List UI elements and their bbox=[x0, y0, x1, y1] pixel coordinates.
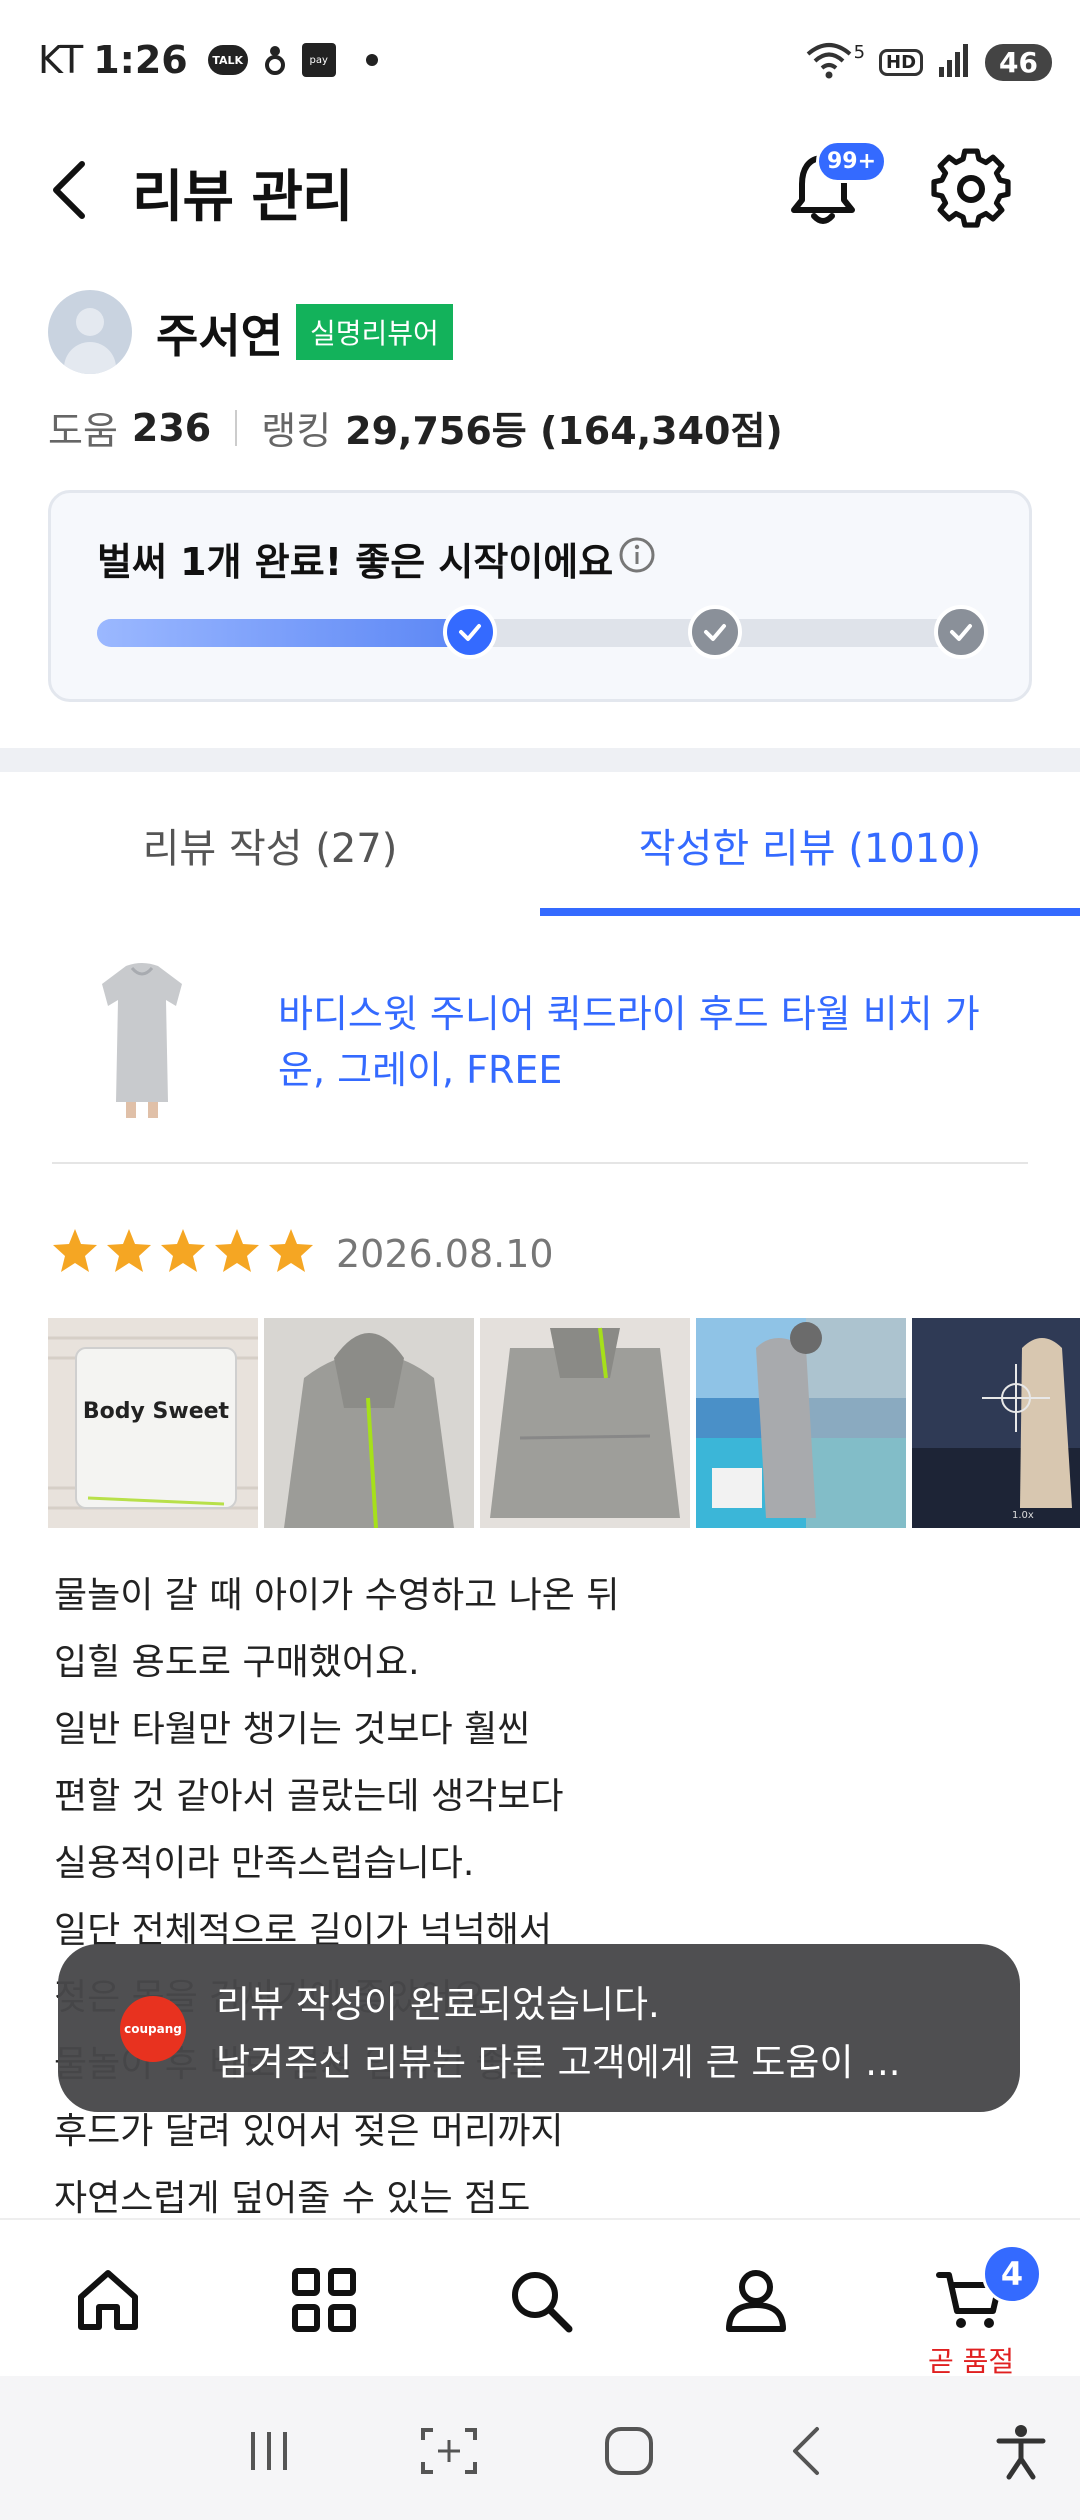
product-name-link[interactable]: 바디스윗 주니어 퀵드라이 후드 타월 비치 가운, 그레이, FREE bbox=[278, 986, 998, 1098]
home-icon bbox=[78, 2270, 138, 2330]
review-line: 편할 것 같아서 골랐는데 생각보다 bbox=[54, 1776, 564, 1817]
user-icon bbox=[726, 2270, 786, 2332]
camera-zoom-text: 1.0x bbox=[1012, 1510, 1034, 1521]
progress-step-1 bbox=[443, 605, 497, 659]
tab-written-reviews[interactable]: 작성한 리뷰 (1010) bbox=[540, 772, 1080, 918]
review-date: 2026.08.10 bbox=[336, 1232, 554, 1276]
status-bar: KT 1:26 TALK pay 5 HD 46 bbox=[0, 0, 1080, 120]
review-photo[interactable]: 1.0x bbox=[912, 1318, 1080, 1528]
review-line: 입힐 용도로 구매했어요. bbox=[54, 1642, 420, 1683]
reviewer-badge: 실명리뷰어 bbox=[296, 304, 453, 360]
recent-apps-icon bbox=[251, 2432, 287, 2470]
back-button[interactable] bbox=[44, 150, 104, 230]
review-line: 일반 타월만 챙기는 것보다 훨씬 bbox=[54, 1709, 531, 1750]
network-type-label: 5 bbox=[853, 41, 866, 63]
review-photo-strip[interactable]: Body Sweet 1.0x bbox=[48, 1318, 1080, 1530]
review-photo[interactable] bbox=[480, 1318, 690, 1528]
notification-count-badge: 99+ bbox=[816, 140, 888, 183]
progress-fill bbox=[97, 619, 470, 647]
clock: 1:26 bbox=[93, 38, 188, 82]
page-title: 리뷰 관리 bbox=[132, 165, 354, 230]
review-tabs: 리뷰 작성 (27) 작성한 리뷰 (1010) bbox=[0, 772, 1080, 918]
check-icon bbox=[950, 624, 972, 641]
product-thumbnail[interactable] bbox=[92, 960, 192, 1120]
nav-home[interactable] bbox=[68, 2260, 148, 2340]
review-body: 물놀이 갈 때 아이가 수영하고 나온 뒤입힐 용도로 구매했어요. 일반 타월만… bbox=[54, 1562, 1034, 2232]
progress-title: 벌써 1개 완료! 좋은 시작이에요 bbox=[97, 540, 614, 584]
chevron-left-icon bbox=[793, 2427, 819, 2475]
progress-step-2 bbox=[688, 605, 742, 659]
accessibility-icon bbox=[996, 2425, 1046, 2480]
home-square-icon bbox=[605, 2427, 653, 2475]
review-line: 실용적이라 만족스럽습니다. bbox=[54, 1843, 475, 1884]
app-header: 리뷰 관리 99+ bbox=[0, 130, 1080, 250]
ranking-label: 랭킹 bbox=[261, 409, 332, 453]
check-icon bbox=[459, 624, 481, 641]
pay-notification-icon: pay bbox=[301, 43, 336, 77]
cloud-notification-icon bbox=[264, 43, 286, 77]
ranking-value: 29,756등 (164,340점) bbox=[345, 409, 783, 453]
wifi-icon bbox=[804, 40, 854, 84]
more-notifications-dot bbox=[365, 54, 378, 66]
active-tab-indicator bbox=[540, 908, 1080, 916]
cart-count-badge: 4 bbox=[982, 2244, 1042, 2304]
review-photo[interactable]: Body Sweet bbox=[48, 1318, 258, 1528]
carrier-label: KT bbox=[38, 38, 84, 82]
home-button[interactable] bbox=[594, 2416, 664, 2486]
back-arrow-icon bbox=[53, 161, 85, 219]
cart-sold-out-label: 곧 품절 bbox=[928, 2345, 1015, 2378]
capture-icon bbox=[421, 2428, 477, 2474]
tab-write-review[interactable]: 리뷰 작성 (27) bbox=[0, 772, 540, 918]
toast-message: coupang 리뷰 작성이 완료되었습니다. 남겨주신 리뷰는 다른 고객에게… bbox=[58, 1944, 1020, 2112]
reviewer-stats: 도움 236 랭킹 29,756등 (164,340점) bbox=[48, 400, 783, 455]
toast-title: 리뷰 작성이 완료되었습니다. bbox=[216, 1983, 660, 2026]
star-icon bbox=[215, 1229, 259, 1272]
help-label: 도움 bbox=[48, 409, 118, 453]
settings-button[interactable] bbox=[928, 146, 1014, 232]
product-divider bbox=[52, 1162, 1028, 1164]
recent-apps-button[interactable] bbox=[234, 2416, 304, 2486]
gear-icon bbox=[931, 148, 1011, 228]
star-icon bbox=[161, 1229, 205, 1272]
info-icon[interactable] bbox=[617, 535, 657, 575]
bottom-navigation: 4 곧 품절 bbox=[0, 2218, 1080, 2378]
system-back-button[interactable] bbox=[774, 2416, 844, 2486]
review-line: 물놀이 갈 때 아이가 수영하고 나온 뒤 bbox=[54, 1575, 620, 1616]
nav-category[interactable] bbox=[284, 2260, 364, 2340]
star-icon bbox=[107, 1229, 151, 1272]
progress-track bbox=[97, 619, 985, 647]
battery-indicator: 46 bbox=[985, 43, 1052, 81]
section-divider bbox=[0, 748, 1080, 772]
kakaotalk-notification-icon: TALK bbox=[207, 45, 248, 75]
review-progress-card: 벌써 1개 완료! 좋은 시작이에요 bbox=[48, 490, 1032, 702]
avatar[interactable] bbox=[48, 290, 132, 374]
signal-icon bbox=[937, 43, 971, 81]
review-photo[interactable] bbox=[696, 1318, 906, 1528]
review-photo[interactable] bbox=[264, 1318, 474, 1528]
user-name: 주서연 bbox=[156, 309, 283, 363]
hd-voice-icon: HD bbox=[879, 48, 924, 76]
stats-divider bbox=[235, 409, 238, 446]
nav-my-page[interactable] bbox=[716, 2260, 796, 2340]
star-icon bbox=[269, 1229, 313, 1272]
progress-step-3 bbox=[934, 605, 988, 659]
star-rating bbox=[50, 1226, 316, 1276]
coupang-logo-icon: coupang bbox=[120, 1996, 186, 2062]
nav-search[interactable] bbox=[500, 2260, 580, 2340]
search-icon bbox=[512, 2272, 573, 2333]
star-icon bbox=[53, 1229, 97, 1272]
photo-brand-text: Body Sweet bbox=[83, 1399, 230, 1424]
help-value: 236 bbox=[131, 405, 212, 450]
check-icon bbox=[704, 624, 726, 641]
screen-capture-button[interactable] bbox=[414, 2416, 484, 2486]
system-navigation-bar bbox=[0, 2376, 1080, 2520]
accessibility-button[interactable] bbox=[986, 2416, 1056, 2486]
category-icon bbox=[292, 2268, 356, 2332]
toast-subtitle: 남겨주신 리뷰는 다른 고객에게 큰 도움이 ... bbox=[216, 2041, 901, 2084]
